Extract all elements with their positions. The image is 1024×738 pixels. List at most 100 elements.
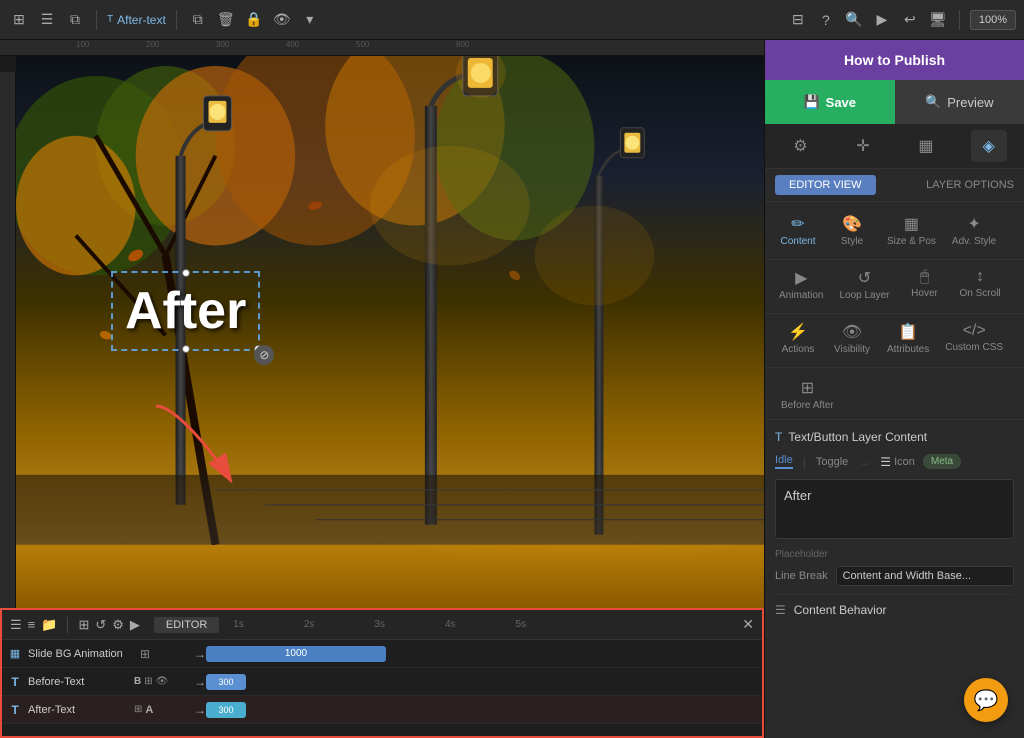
tab-animation[interactable]: ▶ Animation: [773, 264, 829, 305]
after-text-bar[interactable]: 300: [206, 702, 246, 718]
tab-hover[interactable]: 🖱 Hover: [900, 264, 950, 305]
sizepos-tab-label: Size & Pos: [887, 236, 936, 247]
timeline-row-after-text: T After-Text ⊞ A → 300: [2, 696, 762, 724]
device-icon[interactable]: 🖥: [927, 9, 949, 31]
tl-play-icon[interactable]: ▶: [130, 617, 140, 633]
preview-button[interactable]: 🔍 Preview: [895, 80, 1024, 124]
right-panel-header: How to Publish: [765, 40, 1024, 80]
time-5s: 5s: [516, 619, 527, 630]
help-icon[interactable]: ?: [815, 9, 837, 31]
layer-name-text: After-text: [117, 13, 166, 27]
caret-icon[interactable]: ▾: [299, 9, 321, 31]
tab-on-scroll[interactable]: ↕ On Scroll: [954, 264, 1007, 305]
before-text-eye-icon[interactable]: 👁: [156, 676, 169, 687]
after-text-grid-icon[interactable]: ⊞: [134, 704, 142, 715]
layer-options-label[interactable]: LAYER OPTIONS: [926, 179, 1014, 191]
slide-bg-bar[interactable]: 1000: [206, 646, 386, 662]
slide-bg-settings-icon[interactable]: ⊞: [134, 643, 156, 665]
tab-layers[interactable]: ◈: [971, 130, 1007, 162]
tab-custom-css[interactable]: </> Custom CSS: [939, 318, 1009, 359]
tl-loop-icon[interactable]: ↺: [95, 617, 106, 633]
tl-grid-icon[interactable]: ⊞: [78, 617, 89, 633]
tab-before-after[interactable]: ⊞ Before After: [775, 374, 840, 415]
toggle-button[interactable]: Toggle: [816, 456, 848, 468]
main-area: 100 200 300 400 500 800: [0, 40, 1024, 738]
tl-folder-icon[interactable]: 📁: [41, 617, 57, 633]
after-text-element[interactable]: After ⊘: [111, 271, 260, 351]
tab-content[interactable]: ✏ Content: [773, 210, 823, 251]
after-text-value: 300: [218, 705, 233, 715]
idle-button[interactable]: Idle: [775, 454, 793, 469]
slide-bg-controls: ⊞: [134, 643, 194, 665]
ruler-tick-200: 200: [146, 40, 159, 49]
move-icon: ✛: [856, 136, 869, 156]
tab-size-pos[interactable]: ▦ Size & Pos: [881, 210, 942, 251]
hover-tab-label: Hover: [911, 288, 938, 299]
editor-view-btn[interactable]: EDITOR VIEW: [775, 175, 876, 195]
tab-actions[interactable]: ⚡ Actions: [773, 318, 823, 359]
chat-bubble[interactable]: 💬: [964, 678, 1008, 722]
content-behavior-label: Content Behavior: [794, 603, 887, 617]
save-button[interactable]: 💾 Save: [765, 80, 895, 124]
zoom-button[interactable]: 100%: [970, 10, 1016, 30]
tl-divider: [67, 617, 68, 633]
delete-icon[interactable]: 🗑: [215, 9, 237, 31]
slide-bg-arrow: →: [194, 647, 206, 661]
chat-icon: 💬: [974, 688, 999, 713]
tab-columns[interactable]: ▦: [908, 130, 944, 162]
tab-adv-style[interactable]: ✦ Adv. Style: [946, 210, 1002, 251]
responsive-icon[interactable]: ⊟: [787, 9, 809, 31]
before-text-grid-icon[interactable]: ⊞: [144, 676, 152, 687]
slide-bg-value: 1000: [285, 648, 307, 659]
tab-move[interactable]: ✛: [845, 130, 881, 162]
layer-name-indicator: T After-text: [107, 13, 166, 27]
tl-adjust-icon[interactable]: ≡: [28, 617, 36, 632]
section-title: T Text/Button Layer Content: [775, 430, 1014, 444]
time-1s: 1s: [233, 619, 244, 630]
canvas-after-text: After: [125, 281, 246, 341]
search-icon[interactable]: 🔍: [843, 9, 865, 31]
copy-icon[interactable]: ⧉: [187, 9, 209, 31]
layers-icon[interactable]: ☰: [36, 9, 58, 31]
before-text-bar[interactable]: 300: [206, 674, 246, 690]
tab-attributes[interactable]: 📋 Attributes: [881, 318, 935, 359]
tl-settings-icon[interactable]: ⚙: [112, 617, 124, 633]
content-tabs: ✏ Content 🎨 Style ▦ Size & Pos ✦ Adv. St…: [765, 202, 1024, 260]
layer-type-icon: T: [107, 14, 113, 25]
content-behavior-header[interactable]: ☰ Content Behavior: [775, 594, 1014, 625]
text-content-input[interactable]: After: [775, 479, 1014, 539]
undo-icon[interactable]: ↩: [899, 9, 921, 31]
line-break-label: Line Break: [775, 570, 828, 582]
tab-loop-layer[interactable]: ↺ Loop Layer: [833, 264, 895, 305]
icon-tab-button[interactable]: Icon: [894, 456, 915, 468]
timeline-close[interactable]: ✕: [742, 616, 754, 633]
tab-style[interactable]: 🎨 Style: [827, 210, 877, 251]
layers-tab-icon: ◈: [982, 136, 994, 156]
timeline-panel: ☰ ≡ 📁 ⊞ ↺ ⚙ ▶ EDITOR 1s 2s 3s 4s 5s ✕: [0, 608, 764, 738]
advstyle-icon: ✦: [967, 214, 980, 234]
handle-top[interactable]: [182, 269, 190, 277]
pages-icon[interactable]: ⧉: [64, 9, 86, 31]
line-break-select[interactable]: Content and Width Base...: [836, 566, 1014, 586]
lock-icon[interactable]: 🔒: [243, 9, 265, 31]
actions-tab-label: Actions: [782, 344, 815, 355]
before-text-controls: B ⊞ 👁: [134, 676, 194, 687]
handle-bottom[interactable]: [182, 345, 190, 353]
style-icon: 🎨: [842, 214, 862, 234]
view-toggle: EDITOR VIEW LAYER OPTIONS: [765, 169, 1024, 202]
tl-layers-icon[interactable]: ☰: [10, 617, 22, 633]
eye-icon[interactable]: 👁: [271, 9, 293, 31]
preview-icon: 🔍: [925, 94, 941, 110]
after-text-a-icon[interactable]: A: [145, 704, 153, 716]
meta-button[interactable]: Meta: [923, 454, 961, 469]
before-text-b-icon[interactable]: B: [134, 676, 141, 687]
visibility-icon: 👁: [842, 322, 862, 342]
canvas-wrapper: After ⊘: [0, 56, 764, 608]
divider-3: [959, 10, 960, 30]
tab-settings[interactable]: ⚙: [782, 130, 818, 162]
play-icon[interactable]: ▶: [871, 9, 893, 31]
columns-icon: ▦: [918, 136, 933, 156]
tab-visibility[interactable]: 👁 Visibility: [827, 318, 877, 359]
menu-icon[interactable]: ⊞: [8, 9, 30, 31]
icon-group: ☰ Icon: [880, 455, 915, 469]
